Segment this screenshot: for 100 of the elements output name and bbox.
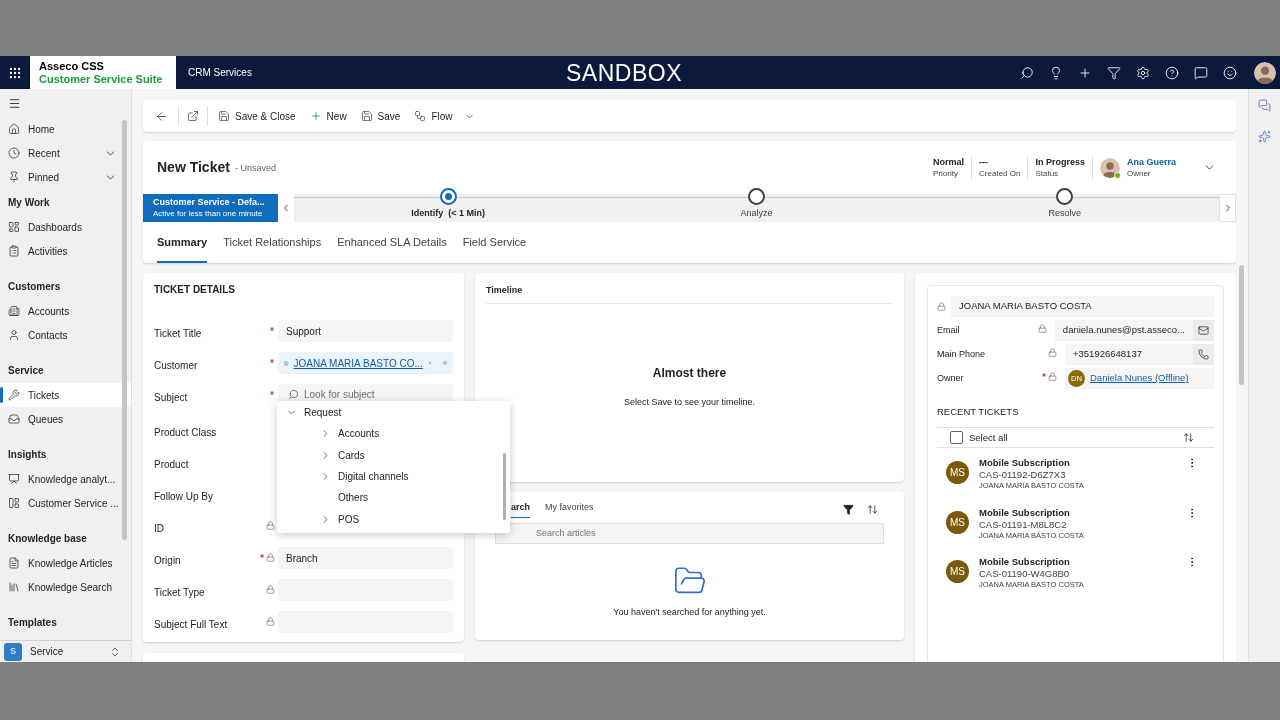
owner-link[interactable]: Ana Guerra bbox=[1126, 155, 1176, 168]
nav-item[interactable]: Knowledge analyt... bbox=[0, 467, 131, 491]
phone-icon bbox=[1198, 349, 1209, 360]
area-badge: S bbox=[4, 642, 22, 661]
plus-icon bbox=[309, 110, 322, 122]
section-title: RECENT TICKETS bbox=[937, 405, 1020, 419]
sort-icon[interactable] bbox=[867, 504, 878, 515]
ticket-number: CAS-01191-M8L8C2 bbox=[979, 518, 1068, 531]
mail-icon bbox=[1198, 325, 1209, 336]
empty-message: Select Save to see your timeline. bbox=[623, 396, 756, 409]
process-stage[interactable]: Resolve bbox=[910, 188, 1219, 222]
area-switcher[interactable]: S Service bbox=[0, 640, 131, 662]
active-stage-icon bbox=[439, 188, 457, 205]
help-icon[interactable] bbox=[1165, 65, 1179, 80]
lookup-field[interactable]: JOANA MARIA BASTO CO... bbox=[278, 352, 453, 374]
search-icon[interactable] bbox=[1020, 65, 1034, 80]
article-search-field[interactable]: Search articles bbox=[495, 523, 884, 544]
command-button[interactable]: Save & Close bbox=[214, 104, 300, 128]
knowledge-tab[interactable]: arch bbox=[511, 501, 530, 518]
brand-logo[interactable]: Asseco CSS Customer Service Suite bbox=[30, 56, 176, 89]
filter-icon[interactable] bbox=[843, 504, 854, 515]
command-button[interactable]: New bbox=[305, 104, 351, 128]
form-tab[interactable]: Summary bbox=[157, 229, 208, 263]
field-label: Main Phone bbox=[937, 348, 987, 361]
nav-item[interactable]: Tickets bbox=[0, 383, 131, 407]
field-label: Subject Full Text bbox=[154, 618, 229, 632]
scrollbar-thumb[interactable] bbox=[122, 120, 127, 540]
process-flag[interactable]: Customer Service - Defa... Active for less than one minute bbox=[143, 194, 278, 222]
ticket-title: Mobile Subscription bbox=[979, 457, 1071, 470]
customer-name-field[interactable]: JOANA MARIA BASTO COSTA bbox=[951, 296, 1214, 317]
empty-title: Almost there bbox=[652, 365, 727, 382]
save-icon bbox=[360, 110, 373, 122]
command-button[interactable]: Save bbox=[356, 104, 405, 128]
header-label: Status bbox=[1035, 167, 1060, 180]
ticket-title: Mobile Subscription bbox=[979, 506, 1071, 519]
nav-icon bbox=[8, 171, 20, 183]
text-field[interactable]: Support bbox=[278, 320, 453, 342]
nav-item[interactable]: Customer Service ... bbox=[0, 491, 131, 515]
process-stage[interactable]: Analyze bbox=[602, 188, 911, 222]
sort-icon[interactable] bbox=[1183, 432, 1194, 444]
text-field[interactable]: daniela.nunes@pst.asseco... bbox=[1054, 320, 1193, 341]
text-field[interactable]: Branch bbox=[278, 547, 453, 569]
app-name[interactable]: CRM Services bbox=[188, 65, 252, 80]
nav-item[interactable]: Contacts bbox=[0, 323, 131, 347]
nav-item[interactable]: Home bbox=[0, 117, 131, 141]
select-all-checkbox[interactable] bbox=[950, 431, 963, 445]
settings-icon[interactable] bbox=[1136, 65, 1150, 80]
lock-icon bbox=[937, 302, 946, 311]
nav-item[interactable]: Knowledge Search bbox=[0, 575, 131, 599]
scrollbar-thumb[interactable] bbox=[503, 453, 506, 520]
ticket-number: CAS-01192-D6Z7X3 bbox=[979, 469, 1067, 482]
tree-item[interactable]: Cards bbox=[277, 444, 510, 466]
section-heading: Insights bbox=[7, 447, 48, 462]
field-label: Product Class bbox=[154, 426, 218, 440]
lightbulb-icon[interactable] bbox=[1049, 65, 1063, 80]
nav-item[interactable]: Dashboards bbox=[0, 215, 131, 239]
app-launcher-icon[interactable] bbox=[8, 65, 22, 80]
switch-icon bbox=[109, 645, 121, 658]
nav-item[interactable]: Knowledge Articles bbox=[0, 551, 131, 575]
field-label: Customer bbox=[154, 359, 199, 373]
checkbox-label: Select all bbox=[969, 430, 1008, 445]
field-label: ID bbox=[154, 522, 165, 536]
nav-icon bbox=[8, 497, 20, 509]
command-button[interactable]: Flow bbox=[410, 104, 479, 128]
owner-link[interactable]: Daniela Nunes (Offline) bbox=[1090, 371, 1189, 386]
ticket-number: CAS-01190-W4G8B0 bbox=[979, 568, 1071, 581]
tree-item[interactable]: Others bbox=[277, 487, 510, 509]
form-tab[interactable]: Enhanced SLA Details bbox=[337, 229, 447, 263]
flow-icon bbox=[414, 110, 427, 122]
nav-item[interactable]: Accounts bbox=[0, 299, 131, 323]
knowledge-tab[interactable]: My favorites bbox=[545, 501, 594, 518]
nav-icon bbox=[8, 221, 20, 233]
smiley-icon[interactable] bbox=[1223, 65, 1237, 80]
plus-icon[interactable] bbox=[1078, 65, 1092, 80]
header-value: --- bbox=[979, 155, 990, 168]
field-label: Origin bbox=[154, 554, 182, 568]
copilot-icon[interactable] bbox=[1258, 130, 1271, 143]
nav-item[interactable]: Queues bbox=[0, 407, 131, 431]
form-tab[interactable]: Field Service bbox=[462, 229, 527, 263]
chat-icon[interactable] bbox=[1194, 65, 1208, 80]
scrollbar-thumb[interactable] bbox=[1239, 265, 1244, 385]
header-label: Priority bbox=[933, 167, 959, 180]
field-label: Product bbox=[154, 458, 190, 472]
popout-icon[interactable] bbox=[187, 110, 199, 122]
nav-icon bbox=[8, 245, 20, 257]
nav-item[interactable]: Activities bbox=[0, 239, 131, 263]
tree-item[interactable]: Digital channels bbox=[277, 465, 510, 488]
tree-item[interactable]: Accounts bbox=[277, 423, 510, 445]
menu-icon[interactable] bbox=[8, 96, 21, 110]
form-tab[interactable]: Ticket Relationships bbox=[223, 229, 322, 263]
text-field[interactable]: +351926648137 bbox=[1065, 344, 1193, 365]
call-button[interactable] bbox=[1193, 344, 1214, 365]
back-icon[interactable] bbox=[155, 109, 168, 123]
nav-item[interactable]: Recent bbox=[0, 141, 131, 165]
email-button[interactable] bbox=[1193, 320, 1214, 341]
header-value: Normal bbox=[933, 155, 965, 168]
nav-item[interactable]: Pinned bbox=[0, 165, 131, 189]
lookup-link[interactable]: JOANA MARIA BASTO CO... bbox=[293, 355, 423, 371]
user-avatar bbox=[1254, 61, 1276, 84]
process-stage[interactable]: Identify (< 1 Min) bbox=[294, 188, 603, 222]
